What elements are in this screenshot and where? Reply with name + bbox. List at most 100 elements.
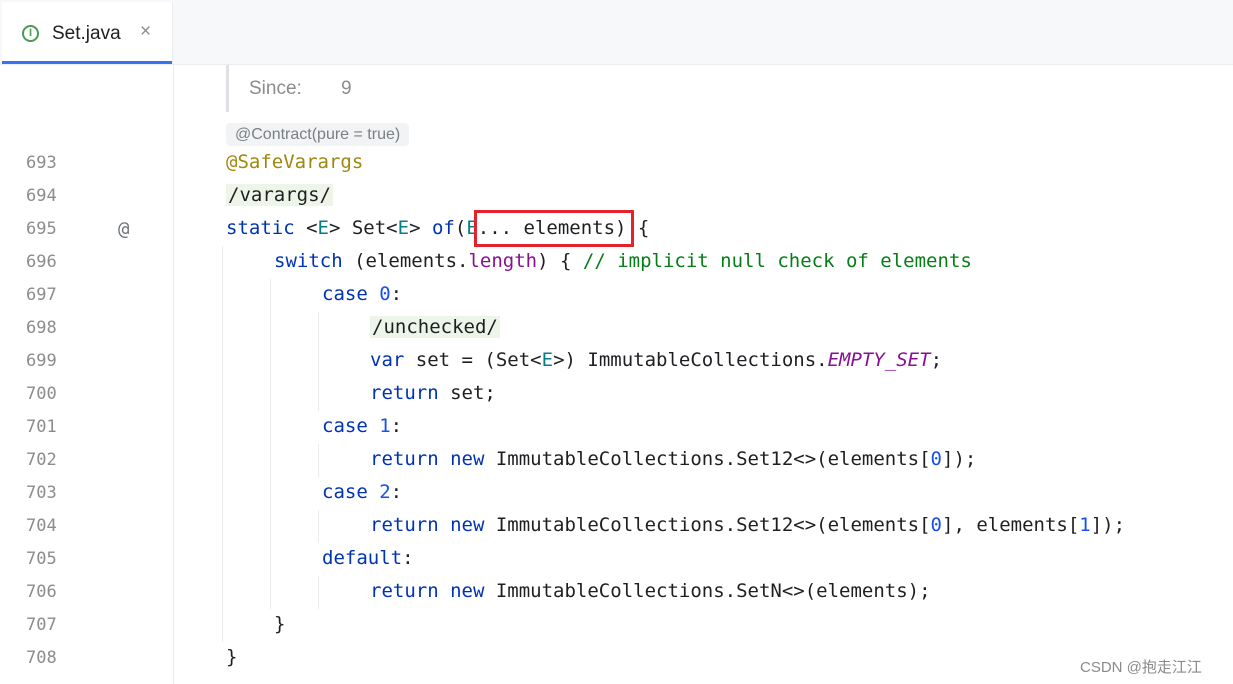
number-token: 2 (379, 481, 391, 503)
line-number[interactable]: 696 (26, 252, 57, 272)
line-number[interactable]: 694 (26, 186, 57, 206)
keyword-token: return (370, 580, 439, 602)
comment-token: // implicit null check of elements (582, 250, 972, 272)
code-line-698[interactable]: /unchecked/ (370, 316, 500, 338)
code-token: : (390, 415, 403, 437)
line-number[interactable]: 699 (26, 351, 57, 371)
watermark: CSDN @抱走江江 (1080, 659, 1202, 676)
line-number[interactable]: 695 (26, 219, 57, 239)
code-token: : (402, 547, 414, 569)
unchecked-inlay-hint: /unchecked/ (370, 316, 500, 338)
keyword-token: return (370, 514, 439, 536)
code-token: < (294, 217, 318, 239)
keyword-token: case (322, 283, 368, 305)
indent-guide (318, 576, 319, 609)
code-line-708[interactable]: } (226, 646, 237, 668)
code-token: ; (930, 349, 943, 371)
keyword-token: new (450, 448, 485, 470)
code-line-703[interactable]: case 2: (322, 481, 402, 503)
line-number[interactable]: 704 (26, 516, 57, 536)
code-line-700[interactable]: return set; (370, 382, 496, 404)
implemented-method-icon[interactable]: @ (118, 218, 129, 240)
keyword-token: new (450, 514, 485, 536)
keyword-token: new (450, 580, 485, 602)
code-line-697[interactable]: case 0: (322, 283, 402, 305)
doc-since-label: Since: (249, 78, 302, 99)
keyword-token: switch (274, 250, 343, 272)
code-token: ], elements[ (942, 514, 1080, 536)
keyword-token: static (226, 217, 295, 239)
line-number[interactable]: 702 (26, 450, 57, 470)
indent-guide (222, 246, 223, 642)
indent-guide (318, 510, 319, 543)
code-token: ImmutableCollections.SetN<>(elements); (484, 580, 931, 602)
number-token: 0 (930, 448, 942, 470)
indent-guide (318, 312, 319, 411)
code-token: set; (438, 382, 496, 404)
close-icon[interactable]: × (140, 21, 151, 43)
number-token: 0 (379, 283, 391, 305)
code-token: ImmutableCollections.Set12<>(elements[ (484, 514, 931, 536)
code-token: >) ImmutableCollections. (553, 349, 828, 371)
code-token: (elements. (342, 250, 469, 272)
varargs-inlay-hint: /varargs/ (226, 184, 333, 206)
number-token: 0 (930, 514, 942, 536)
code-line-707[interactable]: } (274, 613, 285, 635)
editor-tab-bar: I Set.java × (0, 0, 1233, 65)
keyword-token: var (370, 349, 405, 371)
code-token: ]); (942, 448, 977, 470)
line-number[interactable]: 705 (26, 549, 57, 569)
line-number[interactable]: 707 (26, 615, 57, 635)
code-line-705[interactable]: default: (322, 547, 414, 569)
type-param-token: E (397, 217, 410, 239)
code-token: set = (Set< (404, 349, 542, 371)
contract-inlay-hint[interactable]: @Contract(pure = true) (226, 123, 410, 146)
line-number[interactable]: 700 (26, 384, 57, 404)
code-token: ]); (1090, 514, 1126, 536)
highlight-box (474, 210, 634, 247)
keyword-token: default (322, 547, 403, 569)
code-token: : (390, 283, 403, 305)
code-token: } (274, 613, 286, 635)
code-token: ImmutableCollections.Set12<>(elements[ (484, 448, 931, 470)
code-token: } (226, 646, 238, 668)
line-number[interactable]: 701 (26, 417, 57, 437)
line-number[interactable]: 693 (26, 153, 57, 173)
code-line-696[interactable]: switch (elements.length) { // implicit n… (274, 250, 972, 272)
code-token: : (390, 481, 403, 503)
type-param-token: E (541, 349, 554, 371)
doc-since-value: 9 (341, 78, 352, 99)
code-line-704[interactable]: return new ImmutableCollections.Set12<>(… (370, 514, 1125, 536)
annotation-token: @SafeVarargs (226, 151, 364, 173)
line-number[interactable]: 697 (26, 285, 57, 305)
tab-active-indicator (2, 61, 172, 64)
keyword-token: case (322, 481, 368, 503)
code-line-701[interactable]: case 1: (322, 415, 402, 437)
line-number[interactable]: 708 (26, 648, 57, 668)
code-token: ) { (537, 250, 583, 272)
tab-title: Set.java (52, 23, 121, 44)
indent-guide (318, 444, 319, 477)
type-param-token: E (317, 217, 329, 239)
doc-comment-bar (226, 65, 229, 112)
code-token: > Set< (328, 217, 398, 239)
line-number[interactable]: 698 (26, 318, 57, 338)
code-line-693[interactable]: @SafeVarargs (226, 151, 363, 173)
code-token: ( (454, 217, 467, 239)
static-field-token: EMPTY_SET (827, 349, 931, 371)
indent-guide (270, 279, 271, 609)
tab-set-java[interactable]: I Set.java × (2, 2, 173, 64)
code-line-694[interactable]: /varargs/ (226, 184, 333, 206)
line-number[interactable]: 703 (26, 483, 57, 503)
code-line-699[interactable]: var set = (Set<E>) ImmutableCollections.… (370, 349, 942, 371)
code-line-706[interactable]: return new ImmutableCollections.SetN<>(e… (370, 580, 931, 602)
code-line-702[interactable]: return new ImmutableCollections.Set12<>(… (370, 448, 976, 470)
line-number[interactable]: 706 (26, 582, 57, 602)
number-token: 1 (1079, 514, 1091, 536)
